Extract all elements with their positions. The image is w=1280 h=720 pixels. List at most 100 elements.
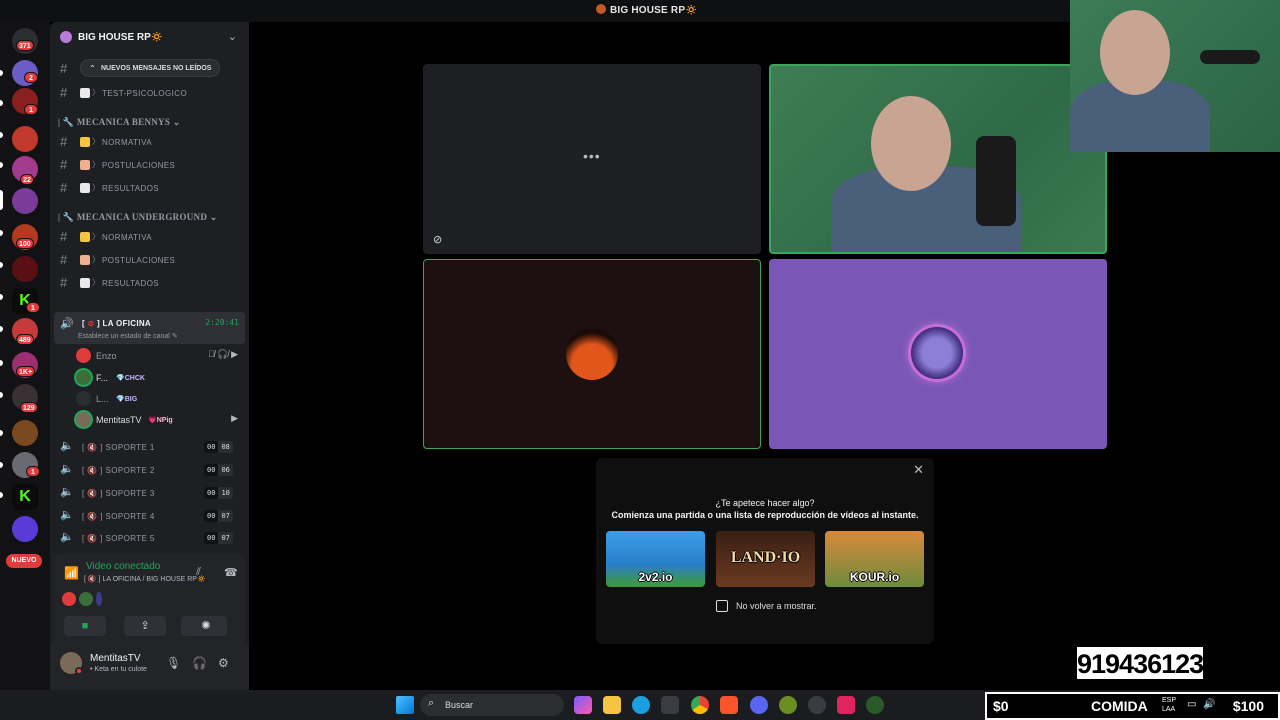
server-icon[interactable] bbox=[12, 420, 38, 446]
activity-card[interactable]: KOUR.io bbox=[825, 531, 924, 587]
disconnect-icon[interactable]: ☎ bbox=[224, 566, 238, 579]
dont-show-label: No volver a mostrar. bbox=[736, 601, 817, 611]
voice-channel-soporte[interactable]: 🔈[ 🔇 ] SOPORTE 4 00 07 bbox=[58, 506, 243, 526]
video-tile-webcam[interactable] bbox=[769, 64, 1107, 254]
unread-badge: 129 bbox=[20, 402, 38, 413]
user-count: 00 06 bbox=[204, 464, 233, 476]
taskbar-search[interactable]: ⌕ Buscar bbox=[420, 694, 564, 716]
voice-channel-soporte[interactable]: 🔈[ 🔇 ] SOPORTE 1 00 08 bbox=[58, 437, 243, 457]
channel-label: TEST-PSICOLOGICO bbox=[102, 89, 188, 98]
headphones-icon[interactable]: 🎧 bbox=[192, 656, 207, 670]
unread-badge: 1K+ bbox=[16, 366, 36, 377]
video-tile-avatar[interactable] bbox=[423, 259, 761, 449]
arrow-up-icon: ⌃ bbox=[89, 64, 96, 73]
voice-channel-la-oficina[interactable]: 🔊 [ ⊘ ] LA OFICINA 2:20:41 Establece un … bbox=[54, 312, 245, 344]
channel-postulaciones[interactable]: # 〉 POSTULACIONES bbox=[58, 155, 243, 175]
screen-share-button[interactable]: ⇪ bbox=[124, 616, 166, 636]
voice-connection-subtitle[interactable]: [ 🔇 ] LA OFICINA / BIG HOUSE RP🔅 bbox=[84, 575, 206, 583]
user-custom-status: • Keta en tu culote bbox=[90, 666, 147, 673]
more-options-icon: ••• bbox=[583, 148, 601, 164]
signal-icon[interactable]: 📶 bbox=[64, 566, 79, 580]
copilot-icon[interactable] bbox=[574, 696, 592, 714]
unread-pill bbox=[0, 262, 3, 268]
server-icon[interactable] bbox=[12, 126, 38, 152]
hash-icon: # bbox=[60, 252, 68, 267]
close-icon[interactable]: ✕ bbox=[913, 462, 924, 478]
unread-badge: 371 bbox=[16, 40, 34, 51]
edge-icon[interactable] bbox=[632, 696, 650, 714]
chrome-icon[interactable] bbox=[691, 696, 709, 714]
activity-card[interactable]: 2v2.io bbox=[606, 531, 705, 587]
channel-normativa[interactable]: # 〉 NORMATIVA bbox=[58, 132, 243, 152]
video-tile-loading[interactable]: ••• ⊘ bbox=[423, 64, 761, 254]
voice-member-self[interactable]: MentitasTV 💗NPig ▶ bbox=[76, 410, 244, 430]
member-tag: 💎CHCK bbox=[116, 375, 145, 382]
settings-gear-icon[interactable]: ⚙ bbox=[218, 656, 229, 670]
speaker-icon: 🔈 bbox=[60, 486, 74, 498]
voice-channel-soporte[interactable]: 🔈[ 🔇 ] SOPORTE 5 00 07 bbox=[58, 528, 243, 548]
pencil-icon: ✎ bbox=[171, 333, 178, 340]
unread-pill bbox=[0, 360, 3, 366]
obs-icon[interactable] bbox=[808, 696, 826, 714]
channel-status-prompt[interactable]: Establece un estado de canal ✎ bbox=[78, 332, 178, 340]
server-header[interactable]: BIG HOUSE RP🔅 ⌄ bbox=[50, 22, 249, 52]
user-count: 00 10 bbox=[204, 487, 233, 499]
person-head bbox=[1100, 10, 1170, 95]
avatar bbox=[62, 592, 76, 606]
file-explorer-icon[interactable] bbox=[603, 696, 621, 714]
server-badge-icon bbox=[60, 31, 72, 43]
channel-normativa[interactable]: # 〉 NORMATIVA bbox=[58, 227, 243, 247]
volume-icon[interactable]: 🔊 bbox=[1203, 699, 1215, 710]
dont-show-checkbox[interactable] bbox=[716, 600, 728, 612]
server-icon[interactable] bbox=[12, 256, 38, 282]
soundboard-button[interactable]: ✺ bbox=[185, 616, 227, 636]
voice-member[interactable]: F... 💎CHCK bbox=[76, 368, 244, 388]
unread-pill bbox=[0, 294, 3, 300]
activity-suggestion-popup: ✕ ¿Te apetece hacer algo? Comienza una p… bbox=[596, 458, 934, 644]
channel-resultados[interactable]: # 〉 RESULTADOS bbox=[58, 273, 243, 293]
member-tag: 💗NPig bbox=[148, 417, 173, 424]
windows-start-icon[interactable] bbox=[396, 696, 414, 714]
hash-icon: # bbox=[60, 229, 68, 244]
channel-postulaciones[interactable]: # 〉 POSTULACIONES bbox=[58, 250, 243, 270]
search-icon: ⌕ bbox=[428, 697, 435, 709]
video-tile-avatar[interactable] bbox=[769, 259, 1107, 449]
language-indicator[interactable]: ESP LAA bbox=[1162, 696, 1176, 714]
unread-pill bbox=[0, 162, 3, 168]
tiktok-icon[interactable] bbox=[837, 696, 855, 714]
kick-server-icon[interactable]: K bbox=[12, 484, 38, 510]
avatar bbox=[76, 391, 91, 406]
activity-card[interactable]: LAND·IO bbox=[716, 531, 815, 587]
camera-button[interactable]: ■ bbox=[64, 616, 106, 636]
server-icon[interactable] bbox=[12, 516, 38, 542]
voice-member[interactable]: L... 💎BIG bbox=[76, 389, 244, 409]
speaker-icon: 🔈 bbox=[60, 463, 74, 475]
app-icon[interactable] bbox=[779, 696, 797, 714]
unread-messages-banner[interactable]: ⌃ NUEVOS MENSAJES NO LEÍDOS bbox=[80, 59, 221, 77]
username[interactable]: MentitasTV bbox=[90, 653, 141, 664]
voice-channel-soporte[interactable]: 🔈[ 🔇 ] SOPORTE 2 00 06 bbox=[58, 460, 243, 480]
server-logo-icon bbox=[596, 4, 606, 14]
category-mecanica-underground[interactable]: | 🔧 MECANICA UNDERGROUND ⌄ bbox=[58, 212, 218, 223]
speaker-icon: 🔈 bbox=[60, 440, 74, 452]
voice-member[interactable]: Enzo 🎙̸ 🎧̸ ▶ bbox=[76, 346, 244, 366]
channel-test-psicologico[interactable]: # 〉 TEST-PSICOLOGICO bbox=[58, 83, 243, 103]
category-mecanica-bennys[interactable]: | 🔧 MECANICA BENNYS ⌄ bbox=[58, 117, 181, 128]
voice-channel-soporte[interactable]: 🔈[ 🔇 ] SOPORTE 3 00 10 bbox=[58, 483, 243, 503]
app-icon[interactable] bbox=[866, 696, 884, 714]
voice-connection-title[interactable]: Video conectado bbox=[86, 561, 160, 572]
popup-question: ¿Te apetece hacer algo? bbox=[715, 498, 815, 508]
chevron-down-icon[interactable]: ⌄ bbox=[228, 30, 237, 43]
microphone-icon[interactable]: 🎙 bbox=[166, 656, 181, 670]
unread-badge: 100 bbox=[16, 238, 34, 249]
brave-icon[interactable] bbox=[720, 696, 738, 714]
voice-timer: 2:20:41 bbox=[205, 318, 239, 327]
channel-resultados[interactable]: # 〉 RESULTADOS bbox=[58, 178, 243, 198]
connected-avatars bbox=[62, 592, 105, 608]
server-icon-big-house[interactable] bbox=[12, 188, 38, 214]
network-icon[interactable]: ▭ bbox=[1187, 699, 1196, 710]
store-icon[interactable] bbox=[661, 696, 679, 714]
user-panel: MentitasTV • Keta en tu culote 🎙 🎧 ⚙ bbox=[50, 644, 249, 690]
discord-icon[interactable] bbox=[750, 696, 768, 714]
noise-suppression-icon[interactable]: ⫽ bbox=[196, 566, 201, 579]
